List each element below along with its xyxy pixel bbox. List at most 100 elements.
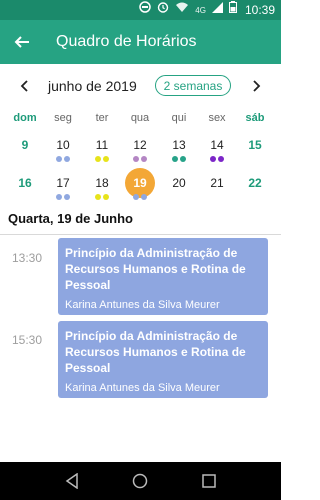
- page-title: Quadro de Horários: [56, 33, 197, 50]
- event-dot: [56, 156, 62, 162]
- calendar-day[interactable]: 13: [163, 137, 195, 171]
- square-recents-icon: [202, 474, 216, 488]
- month-navigation: junho de 2019 2 semanas: [0, 73, 281, 99]
- system-navigation-bar: [0, 462, 281, 500]
- weekday-label: sex: [208, 112, 226, 124]
- weekday-label: qua: [130, 112, 150, 124]
- next-month-button[interactable]: [246, 76, 266, 96]
- event-dot: [133, 194, 139, 200]
- status-bar: 4G 10:39: [0, 0, 281, 20]
- event-time: 13:30: [12, 251, 43, 265]
- month-label: junho de 2019: [48, 78, 137, 94]
- event-dots: [9, 156, 41, 162]
- event-time: 15:30: [12, 333, 43, 347]
- day-number: 17: [56, 176, 70, 190]
- calendar-day[interactable]: 10: [47, 137, 79, 171]
- event-dot: [95, 194, 101, 200]
- day-number: 14: [210, 138, 224, 152]
- event-dots: [86, 156, 118, 162]
- calendar-day[interactable]: 9: [9, 137, 41, 171]
- weekday-header: dom seg ter qua qui sex sáb: [0, 112, 281, 128]
- arrow-back-icon: [14, 36, 29, 48]
- day-number: 22: [248, 176, 262, 190]
- event-dot: [56, 194, 62, 200]
- previous-month-button[interactable]: [15, 76, 35, 96]
- back-button[interactable]: [0, 20, 44, 64]
- event-teacher: Karina Antunes da Silva Meurer: [65, 299, 220, 311]
- calendar-day[interactable]: 20: [163, 175, 195, 209]
- view-toggle-button[interactable]: 2 semanas: [155, 75, 231, 96]
- event-teacher: Karina Antunes da Silva Meurer: [65, 382, 220, 394]
- alarm-icon: [157, 0, 169, 20]
- event-dots: [201, 194, 233, 200]
- calendar-day[interactable]: 12: [124, 137, 156, 171]
- day-number: 10: [56, 138, 70, 152]
- event-title: Princípio da Administração de Recursos H…: [65, 246, 246, 292]
- chevron-right-icon: [253, 80, 261, 92]
- system-home-button[interactable]: [128, 469, 152, 493]
- event-dot: [64, 194, 70, 200]
- event-card[interactable]: Princípio da Administração de Recursos H…: [58, 238, 268, 315]
- day-number: 15: [248, 138, 262, 152]
- event-dots: [163, 194, 195, 200]
- event-dots: [9, 194, 41, 200]
- app-bar: Quadro de Horários: [0, 20, 281, 64]
- day-number: 16: [18, 176, 32, 190]
- status-time: 10:39: [244, 3, 275, 17]
- event-dots: [47, 194, 79, 200]
- notification-icon: [139, 0, 152, 20]
- event-dots: [124, 194, 156, 200]
- weekday-label: dom: [13, 112, 37, 124]
- day-number: 13: [172, 138, 186, 152]
- day-number: 19: [133, 176, 147, 190]
- day-number: 9: [21, 138, 29, 152]
- calendar-day[interactable]: 22: [239, 175, 271, 209]
- circle-home-icon: [133, 473, 148, 489]
- signal-icon: [211, 0, 223, 20]
- chevron-left-icon: [20, 80, 28, 92]
- day-number: 20: [172, 176, 186, 190]
- event-dot: [133, 156, 139, 162]
- event-dots: [47, 156, 79, 162]
- calendar-day[interactable]: 16: [9, 175, 41, 209]
- event-dots: [86, 194, 118, 200]
- event-dot: [103, 194, 109, 200]
- event-dots: [239, 194, 271, 200]
- event-dot: [64, 156, 70, 162]
- event-card[interactable]: Princípio da Administração de Recursos H…: [58, 321, 268, 398]
- weekday-label: ter: [95, 112, 109, 124]
- divider: [0, 234, 281, 235]
- selected-date-header: Quarta, 19 de Junho: [8, 211, 133, 226]
- event-dot: [180, 156, 186, 162]
- weekday-label: sáb: [245, 112, 265, 124]
- event-title: Princípio da Administração de Recursos H…: [65, 329, 246, 375]
- weekday-label: qui: [171, 112, 187, 124]
- calendar-day[interactable]: 14: [201, 137, 233, 171]
- day-number: 12: [133, 138, 147, 152]
- network-type-label: 4G: [195, 5, 206, 15]
- event-dot: [218, 156, 224, 162]
- wifi-icon: [175, 0, 189, 20]
- weekday-label: seg: [54, 112, 72, 124]
- day-number: 18: [95, 176, 109, 190]
- triangle-back-icon: [65, 473, 78, 489]
- event-dots: [239, 156, 271, 162]
- event-dots: [163, 156, 195, 162]
- calendar-day[interactable]: 21: [201, 175, 233, 209]
- event-dots: [124, 156, 156, 162]
- event-dot: [141, 156, 147, 162]
- battery-icon: [228, 0, 237, 20]
- day-number: 21: [210, 176, 224, 190]
- calendar-day[interactable]: 11: [86, 137, 118, 171]
- event-dot: [210, 156, 216, 162]
- event-dot: [172, 156, 178, 162]
- event-dot: [141, 194, 147, 200]
- system-recents-button[interactable]: [197, 469, 221, 493]
- day-number: 11: [95, 138, 109, 152]
- calendar-day-today[interactable]: 19: [124, 175, 156, 209]
- system-back-button[interactable]: [60, 469, 84, 493]
- event-dot: [103, 156, 109, 162]
- calendar-day[interactable]: 17: [47, 175, 79, 209]
- calendar-day[interactable]: 18: [86, 175, 118, 209]
- calendar-day[interactable]: 15: [239, 137, 271, 171]
